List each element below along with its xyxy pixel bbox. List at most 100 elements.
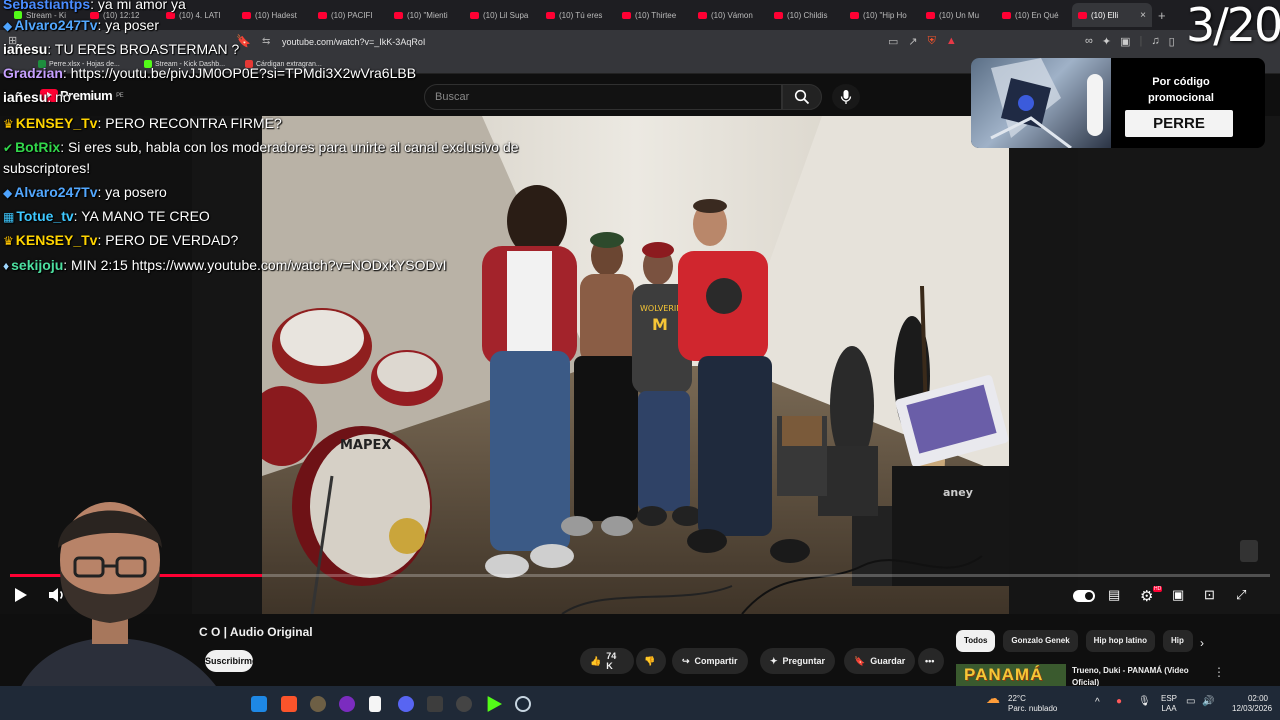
browser-tab[interactable]: (10) Childis [768,3,844,27]
clock-date: 12/03/2026 [1232,704,1273,713]
extensions-icon[interactable]: ✦ [1102,35,1111,48]
voice-search-button[interactable] [832,84,860,110]
chat-username[interactable]: BotRix [15,139,60,155]
channel-watermark[interactable] [1240,540,1258,562]
autoplay-toggle[interactable] [1073,590,1095,602]
browser-tab[interactable]: (10) Un Mu [920,3,996,27]
chat-username[interactable]: Alvaro247Tv [14,184,97,200]
chat-message: ♛ KENSEY_Tv: PERO DE VERDAD? [3,231,238,250]
chat-text: subscriptores! [3,160,91,176]
share-icon[interactable]: ↗ [908,35,917,48]
share-icon: ↪ [682,655,690,666]
capture-icon[interactable] [456,696,472,712]
chat-username[interactable]: KENSEY_Tv [16,115,98,131]
filter-chips: Todos Gonzalo Genek Hip hop latino Hip [956,630,1193,652]
browser-tab[interactable]: (10) Vámon [692,3,768,27]
crown-badge-icon: ♛ [3,117,14,131]
chat-username[interactable]: Alvaro247Tv [14,17,97,33]
sidebar-icon[interactable]: ▯ [1169,35,1175,48]
screenshot-icon[interactable]: ▣ [1120,35,1130,48]
file-icon[interactable] [369,696,381,712]
tab-label: (10) Thirtee [635,10,677,20]
save-button[interactable]: 🔖 Guardar [844,648,916,674]
chip-hip[interactable]: Hip [1162,630,1193,652]
recommendation-thumbnail[interactable]: PANAMÁ [956,664,1066,688]
chat-message: ♦ sekijoju: MIN 2:15 https://www.youtube.… [3,256,446,275]
chat-message: ◆ Alvaro247Tv: ya posero [3,183,167,202]
chat-text: ya mi amor ya [97,0,186,12]
cast-icon[interactable]: ▭ [888,35,898,48]
chevron-right-icon[interactable]: › [1200,636,1204,650]
fullscreen-button[interactable]: ⤢ [1236,587,1246,603]
more-actions-button[interactable]: ••• [918,648,944,674]
subtitles-icon: ▤ [1108,587,1121,602]
dislike-button[interactable]: 👎 [636,648,666,674]
more-vert-icon[interactable]: ⋮ [1213,665,1225,679]
chip-gonzalo-genek[interactable]: Gonzalo Genek [1003,630,1078,652]
rewards-icon[interactable]: ▲ [946,35,957,48]
microphone-icon [840,90,852,104]
miniplayer-button[interactable]: ▣ [1172,587,1184,603]
chat-text: MIN 2:15 https://www.youtube.com/watch?v… [71,257,447,273]
browser-tab[interactable]: (10) Thirtee [616,3,692,27]
mic-tray-icon[interactable]: 🎙 [1138,697,1151,707]
chip-all[interactable]: Todos [956,630,996,652]
app-tray-icon[interactable]: ● [1116,697,1122,707]
chat-username[interactable]: iañesu [3,89,47,105]
chat-separator: : [63,257,72,273]
chevron-up-icon[interactable]: ^ [1095,698,1100,708]
chat-text: YA MANO TE CREO [81,208,210,224]
weather-icon[interactable]: ☁ [986,691,1000,705]
chat-username[interactable]: Sebastiantps [3,0,90,12]
tab-label: (10) Elli [1091,10,1119,20]
search-icon [794,89,810,105]
vpn-icon[interactable]: ∞ [1085,35,1093,48]
ask-button[interactable]: ✦ Preguntar [760,648,836,674]
chat-message: subscriptores! [3,159,90,177]
network-icon[interactable]: ▭ [1186,697,1195,707]
chat-username[interactable]: KENSEY_Tv [16,232,98,248]
grid-badge-icon: ▦ [3,210,15,224]
discord-icon[interactable] [398,696,414,712]
search-button[interactable] [782,84,822,110]
terminal-icon[interactable] [427,696,443,712]
obs-icon[interactable] [310,696,326,712]
hd-badge: HD [1153,586,1163,592]
chat-username[interactable]: iañesu [3,41,47,57]
like-button[interactable]: 👍 74 K [580,648,634,674]
clock-time: 02:00 [1247,694,1268,703]
steam-icon[interactable] [515,696,531,712]
chat-message: ▦ Totue_tv: YA MANO TE CREO [3,207,210,226]
miniplayer-icon: ▣ [1172,587,1185,602]
language-indicator[interactable]: ESP LAA [1161,694,1177,714]
youtube-icon [698,11,707,19]
brave-shield-icon[interactable]: ⛨ [928,35,936,48]
chat-username[interactable]: sekijoju [11,257,63,273]
app-icon[interactable] [339,696,355,712]
browser-tab[interactable]: (10) Elli × [1072,3,1152,27]
youtube-icon [1002,11,1011,19]
browser-tab[interactable]: (10) En Qué [996,3,1072,27]
chat-separator: : [47,41,55,57]
chat-username[interactable]: Totue_tv [16,208,73,224]
new-tab-button[interactable]: + [1158,8,1166,23]
like-count: 74 K [606,651,617,671]
brave-icon[interactable] [281,696,297,712]
edge-icon[interactable] [251,696,267,712]
tab-label: (10) En Qué [1015,10,1059,20]
settings-button[interactable]: ⚙ [1140,587,1153,605]
tab-label: (10) Un Mu [939,10,980,20]
subtitles-button[interactable]: ▤ [1108,587,1120,603]
browser-tab[interactable]: (10) "Hip Ho [844,3,920,27]
clock[interactable]: 02:00 12/03/2026 [1232,694,1273,714]
weather-widget[interactable]: 22°C Parc. nublado [1008,694,1057,714]
close-tab-icon[interactable]: × [1140,10,1146,21]
chip-hip-hop-latino[interactable]: Hip hop latino [1085,630,1155,652]
promo-side-panel [1087,74,1103,136]
chat-separator: : [47,89,56,105]
music-icon[interactable]: ♫ [1151,35,1159,48]
share-button[interactable]: ↪ Compartir [672,648,748,674]
cast-button[interactable]: ⊡ [1204,587,1215,603]
chat-username[interactable]: Gradzian [3,65,63,81]
speaker-icon[interactable]: 🔊 [1202,697,1214,707]
